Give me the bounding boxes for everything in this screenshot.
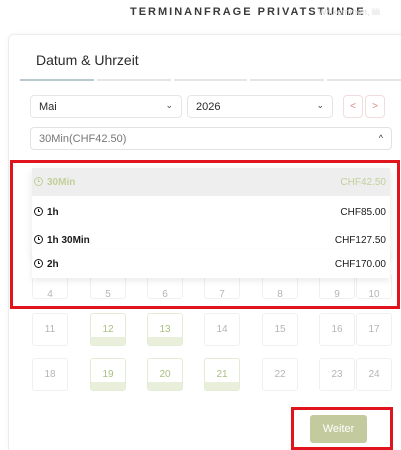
next-month-button[interactable]: > [365, 95, 385, 118]
chevron-up-icon: ^ [378, 133, 383, 143]
clock-icon [34, 235, 43, 244]
option-price: CHF85.00 [340, 207, 386, 218]
option-label: 30Min [47, 177, 76, 188]
calendar-day[interactable]: 15 [262, 313, 298, 346]
chevron-down-icon: ⌄ [165, 100, 173, 110]
chevron-down-icon: ⌄ [316, 100, 324, 110]
step-5-indicator [327, 79, 401, 81]
calendar-day-available[interactable]: 21 [204, 358, 240, 391]
step-2-indicator [96, 79, 171, 81]
duration-option-2h[interactable]: 2h CHF170.00 [32, 250, 390, 278]
calendar-day[interactable]: 17 [356, 313, 392, 346]
option-price: CHF170.00 [334, 259, 386, 270]
chevron-left-icon: < [350, 101, 356, 112]
welcome-text: Willkommen, lili [318, 7, 381, 17]
duration-select[interactable]: 30Min(CHF42.50) ^ [30, 127, 392, 150]
month-value: Mai [39, 101, 57, 113]
option-label: 1h 30Min [47, 235, 90, 246]
step-progress [20, 79, 401, 81]
duration-option-1h[interactable]: 1h CHF85.00 [32, 198, 390, 226]
top-header: TERMINANFRAGE PRIVATSTUNDE Willkommen, l… [0, 0, 401, 26]
calendar-day-available[interactable]: 19 [90, 358, 126, 391]
calendar-day[interactable]: 23 [319, 358, 355, 391]
year-select[interactable]: 2026 ⌄ [187, 95, 333, 118]
duration-value: 30Min(CHF42.50) [39, 133, 127, 145]
step-1-indicator [20, 79, 94, 81]
option-label: 2h [47, 259, 59, 270]
month-select[interactable]: Mai ⌄ [30, 95, 182, 118]
calendar-day-available[interactable]: 12 [90, 313, 126, 346]
option-price: CHF42.50 [340, 177, 386, 188]
next-button[interactable]: Weiter [310, 415, 367, 443]
option-price: CHF127.50 [334, 235, 386, 246]
clock-icon [34, 259, 43, 268]
calendar-day[interactable]: 11 [32, 313, 68, 346]
duration-options-list: 30Min CHF42.50 1h CHF85.00 1h 30Min CHF1… [32, 168, 390, 278]
year-value: 2026 [196, 101, 221, 113]
section-title: Datum & Uhrzeit [36, 52, 139, 68]
clock-icon [34, 177, 43, 186]
step-4-indicator [250, 79, 325, 81]
calendar-day[interactable]: 18 [32, 358, 68, 391]
calendar-day[interactable]: 22 [262, 358, 298, 391]
chevron-right-icon: > [372, 101, 378, 112]
calendar-day-available[interactable]: 13 [147, 313, 183, 346]
prev-month-button[interactable]: < [343, 95, 363, 118]
calendar-day-available[interactable]: 20 [147, 358, 183, 391]
calendar-day[interactable]: 24 [356, 358, 392, 391]
step-3-indicator [173, 79, 248, 81]
duration-option-30min[interactable]: 30Min CHF42.50 [32, 168, 390, 196]
submit-highlight: Weiter [291, 407, 393, 450]
calendar-day[interactable]: 16 [319, 313, 355, 346]
option-label: 1h [47, 207, 59, 218]
calendar-day[interactable]: 14 [204, 313, 240, 346]
clock-icon [34, 207, 43, 216]
